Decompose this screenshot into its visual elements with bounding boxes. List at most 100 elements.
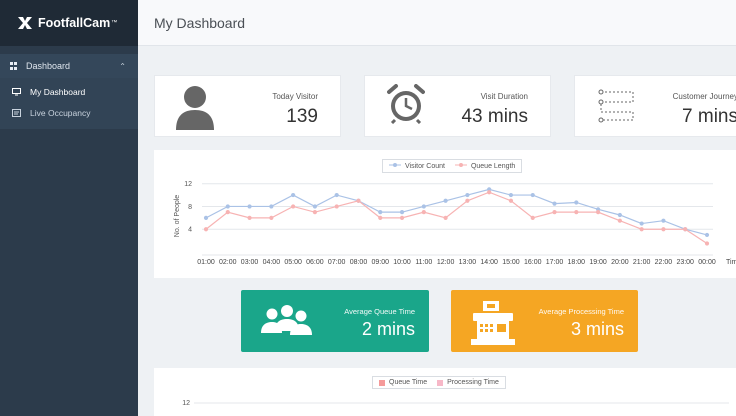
x-tick-label: 10:00 [393,259,411,266]
data-point-visitor-count [312,204,318,209]
person-icon [176,86,214,130]
x-tick-label: 11:00 [415,259,432,266]
stat-value: 7 mins [682,106,736,127]
data-point-visitor-count [334,192,339,198]
grid-icon [10,62,18,70]
x-tick-label: 07:00 [328,259,346,266]
data-point-visitor-count [203,215,209,220]
journey-path-icon [598,89,634,123]
data-point-visitor-count [661,218,666,223]
data-point-queue-length [225,210,230,215]
data-point-queue-length [421,210,426,215]
sidebar-item-my-dashboard[interactable]: My Dashboard [0,81,138,102]
y-tick-label: 12 [182,400,190,407]
data-point-visitor-count [399,210,405,215]
series-line-queue-length [205,191,708,244]
data-point-visitor-count [421,204,426,209]
data-point-queue-length [552,210,557,215]
x-tick-label: 15:00 [502,259,520,266]
data-point-queue-length [704,241,710,246]
occupancy-icon [12,108,21,117]
stat-label: Customer Journey [672,92,736,101]
data-point-visitor-count [378,210,383,215]
sidebar-menu: Dashboard ⌃ My Dashboard Live Occupancy [0,54,138,129]
y-tick-label: 12 [184,181,192,188]
stat-label: Today Visitor [272,92,318,101]
y-axis-label: No. of People [174,195,181,238]
sidebar-item-label: My Dashboard [30,86,86,97]
data-point-queue-length [639,227,644,232]
tile-value: 2 mins [361,319,415,339]
sidebar-section-dashboard[interactable]: Dashboard ⌃ [0,54,138,78]
x-tick-label: 08:00 [350,259,368,266]
x-tick-label: 13:00 [459,259,477,266]
footfallcam-logo-icon [18,17,32,29]
brand-logo[interactable]: FootfallCam ™ [0,0,138,46]
cash-register-icon [471,301,515,345]
data-point-queue-length [508,198,514,203]
data-point-visitor-count [639,221,644,226]
x-tick-label: 20:00 [611,259,629,266]
page-title: My Dashboard [154,15,246,31]
header: My Dashboard [138,0,736,46]
x-tick-label: 19:00 [589,259,607,266]
data-point-visitor-count [704,232,710,238]
data-point-queue-length [247,215,252,220]
data-point-queue-length [399,215,405,220]
data-point-visitor-count [552,201,557,206]
data-point-visitor-count [574,200,579,205]
data-point-queue-length [203,227,209,232]
data-point-queue-length [378,215,383,220]
data-point-visitor-count [443,198,448,203]
x-tick-label: 14:00 [480,259,498,266]
data-point-queue-length [312,210,318,215]
monitor-icon [12,87,21,95]
data-point-queue-length [487,190,492,195]
x-tick-label: 22:00 [655,259,673,266]
x-tick-label: 12:00 [437,259,455,266]
chevron-up-icon: ⌃ [119,61,126,71]
x-tick-label: 03:00 [241,259,259,266]
visitor-line-chart: 4 8 12No. of People 01:00 02:00 03:00 04:00 05:… [174,181,736,266]
tile-label: Average Processing Time [538,307,624,316]
data-point-visitor-count [617,212,622,218]
x-tick-label: 02:00 [219,259,237,266]
data-point-queue-length [661,227,666,232]
data-point-visitor-count [465,192,470,198]
sidebar-submenu: My Dashboard Live Occupancy [0,78,138,129]
sidebar-item-live-occupancy[interactable]: Live Occupancy [0,102,138,123]
stat-label: Visit Duration [480,92,528,101]
y-tick-label: 4 [188,227,192,234]
tile-average-queue-time: Average Queue Time 2 mins [241,290,429,352]
x-tick-label: 16:00 [524,259,542,266]
x-tick-label: 05:00 [284,259,302,266]
data-point-queue-length [574,210,579,215]
data-point-visitor-count [269,204,274,209]
data-point-queue-length [617,218,622,223]
data-point-visitor-count [508,192,514,198]
stat-card-visit-duration: Visit Duration 43 mins [364,75,551,137]
data-point-queue-length [530,215,535,220]
data-point-queue-length [356,198,361,203]
data-point-queue-length [334,204,339,209]
x-tick-label: 17:00 [546,259,564,266]
alarm-clock-icon [387,84,425,124]
stat-value: 43 mins [461,106,528,127]
people-queue-icon [261,305,312,335]
stat-card-today-visitor: Today Visitor 139 [154,75,341,137]
tile-value: 3 mins [570,319,624,339]
data-point-visitor-count [247,204,252,209]
data-point-queue-length [443,215,448,220]
data-point-queue-length [595,210,601,215]
x-axis-label: Tim [726,259,736,266]
x-tick-label: 00:00 [698,259,716,266]
stat-card-customer-journey: Customer Journey 7 mins [574,75,736,137]
data-point-queue-length [683,227,688,232]
x-tick-label: 23:00 [676,259,694,266]
brand-trademark: ™ [111,20,118,26]
data-point-visitor-count [291,192,296,198]
data-point-visitor-count [225,204,230,209]
stat-value: 139 [286,106,318,127]
y-tick-label: 8 [188,204,192,211]
data-point-queue-length [291,204,296,209]
